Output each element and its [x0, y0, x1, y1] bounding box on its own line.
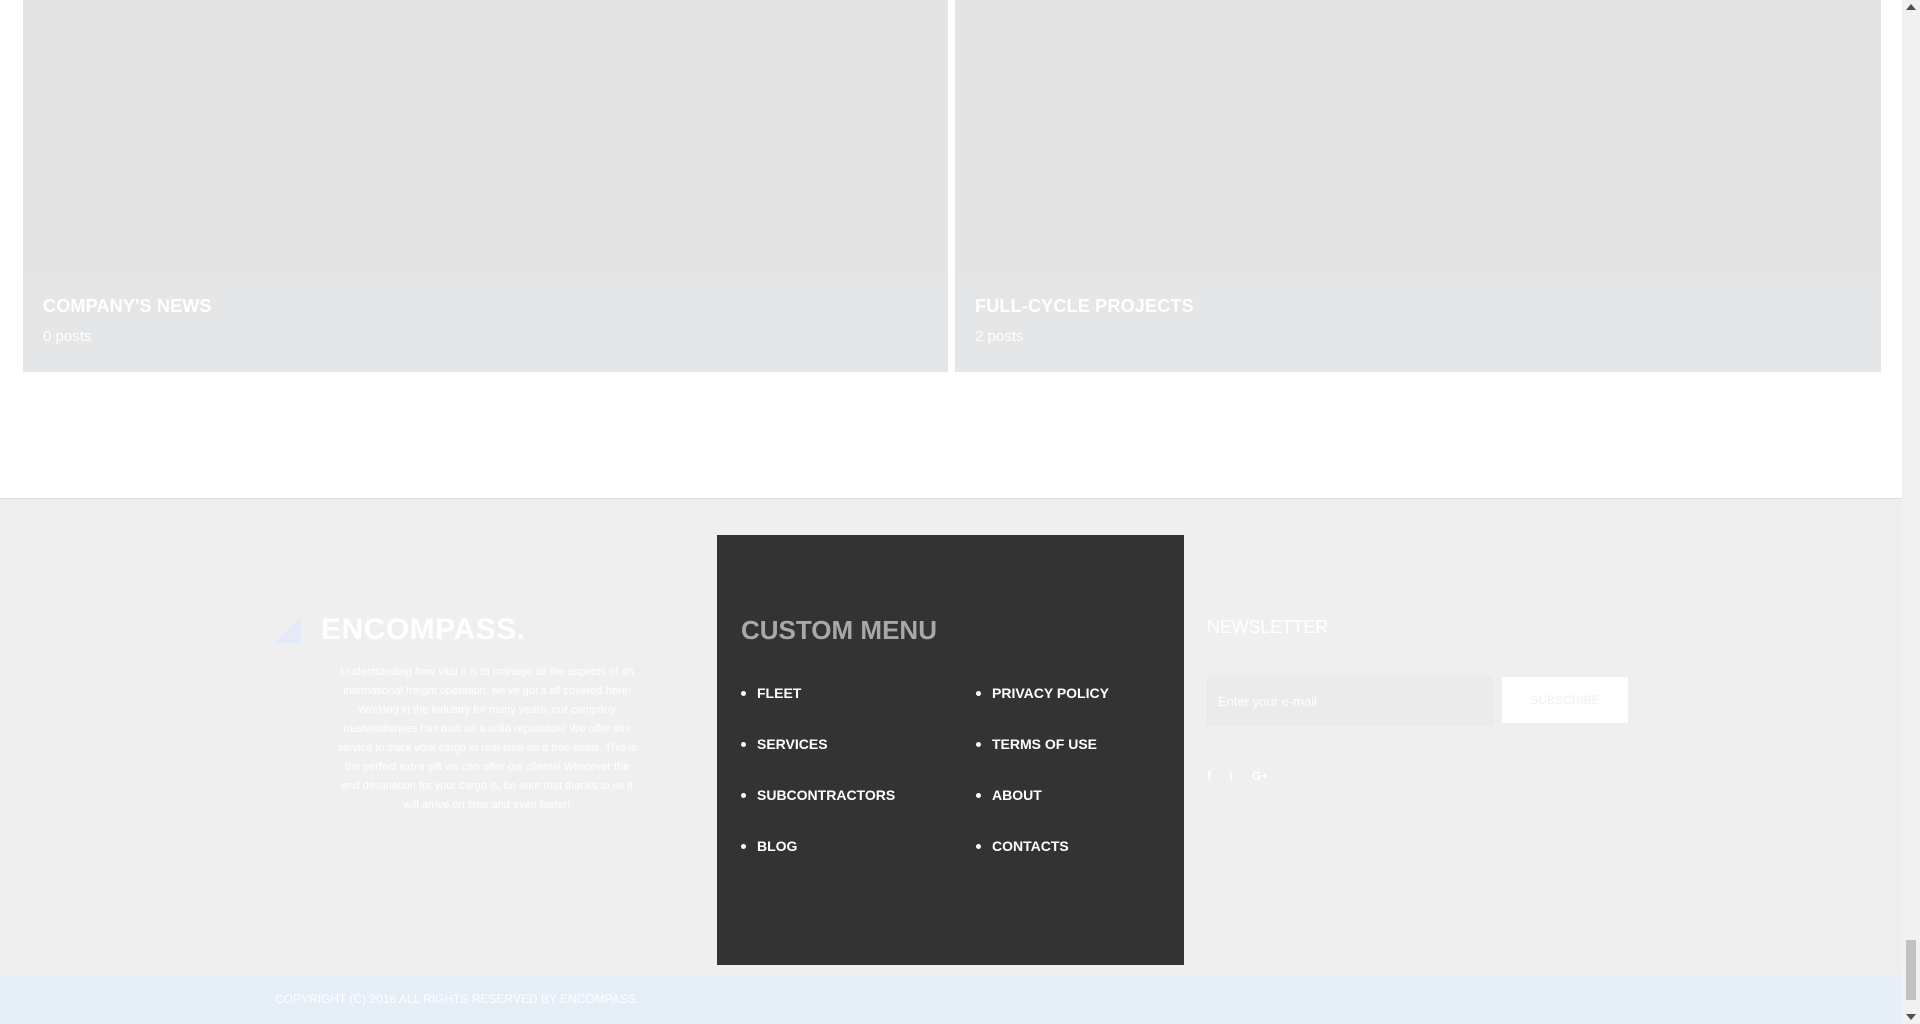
category-post-count: 2 posts — [975, 328, 1024, 345]
custom-menu-column-left: FLEET SERVICES SUBCONTRACTORS BLOG — [741, 685, 895, 889]
menu-link-privacy-policy[interactable]: PRIVACY POLICY — [992, 685, 1109, 701]
about-text: Understanding how vital it is to manage … — [337, 666, 637, 811]
category-info: FULL-CYCLE PROJECTS 2 posts — [955, 273, 1881, 372]
menu-link-terms-of-use[interactable]: TERMS OF USE — [992, 736, 1097, 752]
menu-item: PRIVACY POLICY — [976, 685, 1109, 736]
category-tile-full-cycle-projects[interactable]: FULL-CYCLE PROJECTS 2 posts — [955, 0, 1881, 372]
menu-item: SERVICES — [741, 736, 895, 787]
custom-menu: CUSTOM MENU FLEET SERVICES SUBCONTRACTOR… — [717, 535, 1184, 965]
google-plus-icon[interactable]: G+ — [1252, 769, 1268, 783]
custom-menu-column-right: PRIVACY POLICY TERMS OF USE ABOUT CONTAC… — [976, 685, 1109, 889]
menu-item: TERMS OF USE — [976, 736, 1109, 787]
menu-link-subcontractors[interactable]: SUBCONTRACTORS — [757, 787, 895, 803]
footer: ENCOMPASS. Understanding how vital it is… — [0, 498, 1902, 975]
copyright-text: COPYRIGHT (C) 2016 ALL RIGHTS RESERVED B… — [275, 992, 640, 1006]
menu-link-contacts[interactable]: CONTACTS — [992, 838, 1069, 854]
category-title: FULL-CYCLE PROJECTS — [975, 296, 1194, 316]
category-tile-company-news[interactable]: COMPANY'S NEWS 0 posts — [23, 0, 948, 372]
copyright-bar: COPYRIGHT (C) 2016 ALL RIGHTS RESERVED B… — [0, 974, 1902, 1024]
logo[interactable]: ENCOMPASS. — [275, 613, 645, 657]
category-info: COMPANY'S NEWS 0 posts — [23, 273, 948, 372]
scroll-up-arrow-icon[interactable] — [1906, 4, 1916, 10]
custom-menu-title: CUSTOM MENU — [741, 615, 937, 645]
menu-item: FLEET — [741, 685, 895, 736]
category-title: COMPANY'S NEWS — [43, 296, 212, 316]
social-links: f t G+ — [1207, 767, 1282, 785]
subscribe-button[interactable]: SUBSCRIBE — [1502, 677, 1628, 723]
vertical-scrollbar[interactable] — [1902, 0, 1920, 1024]
menu-link-services[interactable]: SERVICES — [757, 736, 828, 752]
facebook-icon[interactable]: f — [1207, 769, 1211, 783]
category-post-count: 0 posts — [43, 328, 92, 345]
newsletter-title: NEWSLETTER — [1207, 617, 1329, 637]
menu-link-blog[interactable]: BLOG — [757, 838, 797, 854]
logo-mark-icon — [275, 617, 301, 643]
page: COMPANY'S NEWS 0 posts FULL-CYCLE PROJEC… — [0, 0, 1902, 1024]
menu-item: CONTACTS — [976, 838, 1109, 889]
twitter-icon[interactable]: t — [1229, 769, 1233, 783]
menu-item: ABOUT — [976, 787, 1109, 838]
menu-item: SUBCONTRACTORS — [741, 787, 895, 838]
newsletter-email-input[interactable] — [1207, 677, 1493, 725]
menu-item: BLOG — [741, 838, 895, 889]
menu-link-fleet[interactable]: FLEET — [757, 685, 801, 701]
scrollbar-thumb[interactable] — [1906, 940, 1916, 1000]
logo-text: ENCOMPASS. — [321, 613, 526, 646]
footer-about: ENCOMPASS. Understanding how vital it is… — [275, 613, 645, 811]
scroll-down-arrow-icon[interactable] — [1906, 1014, 1916, 1020]
menu-link-about[interactable]: ABOUT — [992, 787, 1042, 803]
